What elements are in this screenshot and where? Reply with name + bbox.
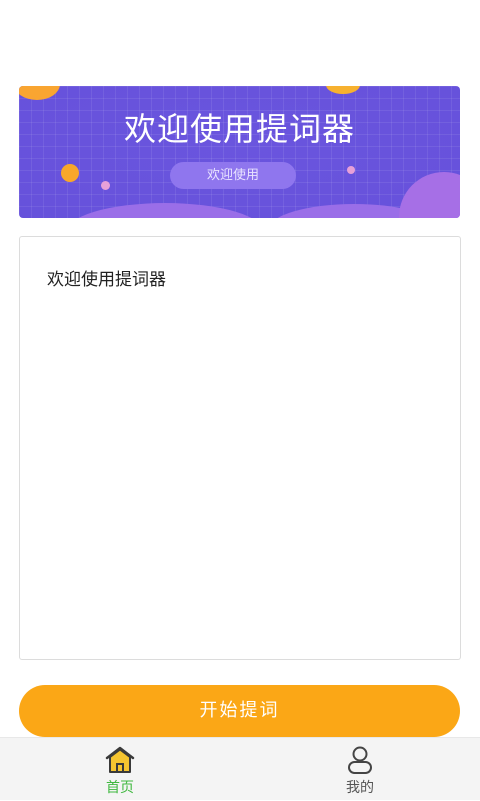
tab-home[interactable]: 首页 bbox=[60, 738, 180, 801]
editor-content[interactable]: 欢迎使用提词器 bbox=[47, 265, 166, 290]
tab-mine[interactable]: 我的 bbox=[300, 738, 420, 801]
welcome-banner[interactable]: 欢迎使用提词器 欢迎使用 bbox=[19, 86, 460, 218]
start-prompter-button[interactable]: 开始提词 bbox=[19, 685, 460, 737]
bottom-tab-bar: 首页 我的 bbox=[0, 737, 480, 800]
banner-pink-dot bbox=[101, 181, 110, 190]
script-editor[interactable]: 欢迎使用提词器 bbox=[19, 236, 461, 660]
tab-home-label: 首页 bbox=[106, 780, 134, 796]
banner-orange-dot bbox=[61, 164, 79, 182]
banner-title: 欢迎使用提词器 bbox=[123, 110, 355, 148]
home-icon bbox=[104, 745, 136, 775]
tab-mine-label: 我的 bbox=[346, 780, 374, 796]
banner-welcome-button[interactable]: 欢迎使用 bbox=[170, 162, 296, 189]
banner-pink-dot-right bbox=[347, 166, 355, 174]
user-icon bbox=[344, 745, 376, 775]
